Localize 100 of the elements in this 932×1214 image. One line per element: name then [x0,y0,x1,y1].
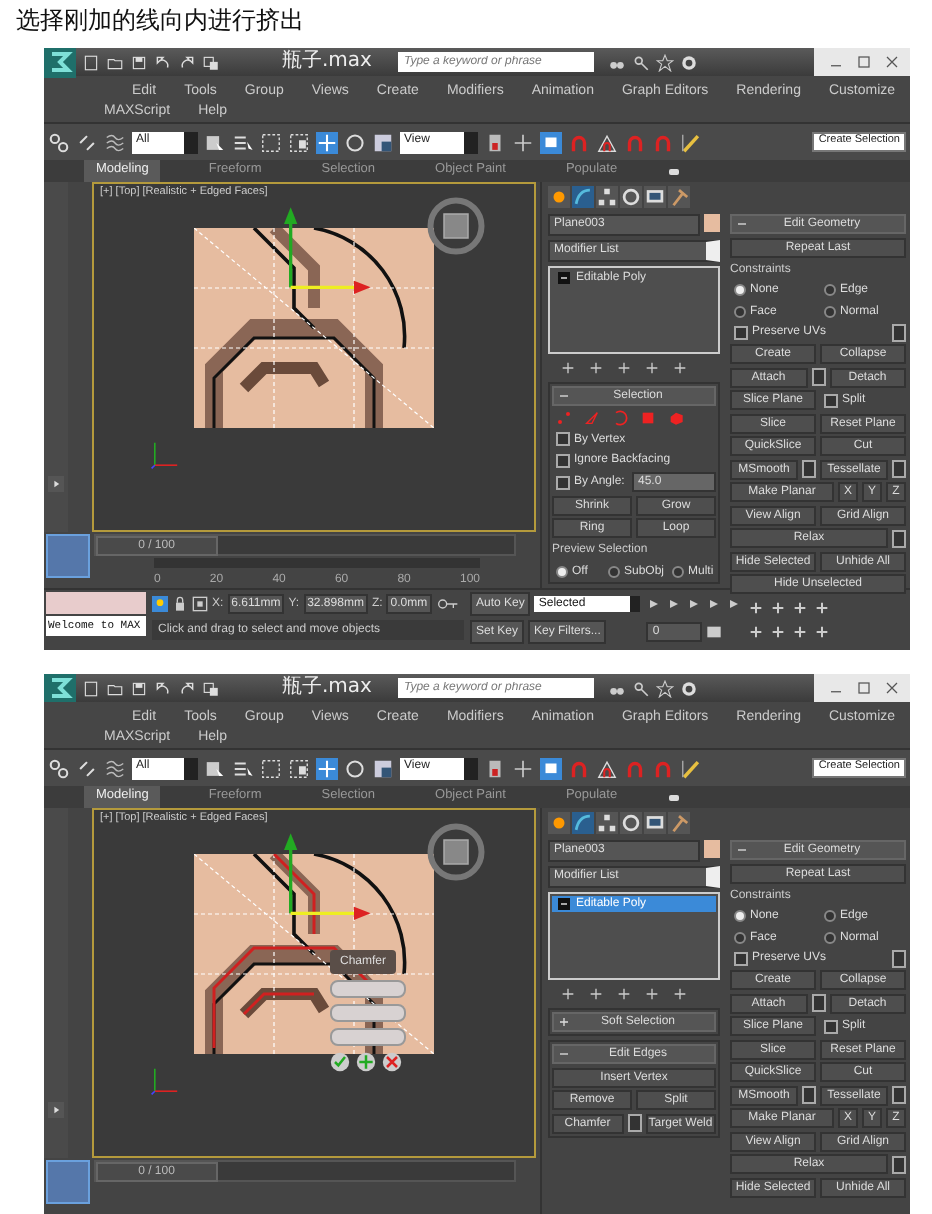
eye-icon[interactable] [665,163,682,179]
expand-icon [560,1018,568,1026]
settings-button[interactable] [892,1086,906,1104]
axis-move-icon[interactable] [512,131,534,153]
hierarchy-icon[interactable] [596,186,618,208]
wave-icon[interactable] [104,757,126,779]
maximize-icon[interactable] [854,678,874,698]
sun-icon[interactable] [548,186,570,208]
settings-button[interactable] [802,1086,816,1104]
object-color-swatch[interactable] [704,214,720,232]
settings-button[interactable] [892,1155,906,1173]
scale-icon[interactable] [372,131,394,153]
motion-icon[interactable] [620,812,642,834]
play-icon[interactable] [48,476,64,492]
curve-icon[interactable] [572,186,594,208]
wave-icon[interactable] [104,131,126,153]
undo-icon[interactable] [154,679,172,697]
axis-move-icon[interactable] [512,757,534,779]
play-icon[interactable] [686,596,703,612]
app-logo-icon[interactable] [44,48,76,78]
unlink-icon[interactable] [76,131,98,153]
close-icon[interactable] [882,678,902,698]
select-icon[interactable] [204,131,226,153]
new-file-icon[interactable] [82,679,100,697]
save-icon[interactable] [130,679,148,697]
project-icon[interactable] [202,679,220,697]
settings-button[interactable] [892,323,906,341]
link-icon[interactable] [48,757,70,779]
maximize-icon[interactable] [854,52,874,72]
project-icon[interactable] [202,53,220,71]
settings-button[interactable] [892,460,906,478]
app-logo-icon[interactable] [44,674,76,704]
angle-icon[interactable] [596,131,618,153]
play-icon[interactable] [48,1102,64,1118]
curve-icon[interactable] [572,812,594,834]
window-icon[interactable] [288,757,310,779]
settings-button[interactable] [811,994,825,1012]
star-icon[interactable] [655,53,674,71]
move-icon[interactable] [316,757,338,779]
save-icon[interactable] [130,53,148,71]
redo-icon[interactable] [178,679,196,697]
collapse-icon [738,220,746,228]
open-folder-icon[interactable] [106,679,124,697]
key-icon[interactable] [631,53,650,71]
time-config-icon[interactable] [706,624,723,640]
snap-icon[interactable] [540,757,562,779]
pivot-icon[interactable] [484,757,506,779]
expander-icon[interactable] [558,898,570,910]
maxscript-listener-field[interactable] [46,592,146,614]
rotate-icon[interactable] [344,131,366,153]
caddy-field[interactable] [330,980,406,998]
display-icon[interactable] [644,186,666,208]
close-icon[interactable] [882,52,902,72]
display-icon[interactable] [644,812,666,834]
pivot-icon[interactable] [484,131,506,153]
redo-icon[interactable] [178,53,196,71]
hammer-icon[interactable] [668,186,690,208]
marquee-icon[interactable] [260,757,282,779]
settings-button[interactable] [811,368,825,386]
scale-icon[interactable] [372,757,394,779]
undo-icon[interactable] [154,53,172,71]
viewcube-icon[interactable] [426,196,486,256]
rotate-icon[interactable] [344,757,366,779]
eye-icon[interactable] [665,789,682,805]
edit-icon[interactable] [680,757,702,779]
sun-icon[interactable] [548,812,570,834]
viewcube-icon[interactable] [426,822,486,882]
edit-icon[interactable] [680,131,702,153]
snap-icon[interactable] [540,131,562,153]
new-file-icon[interactable] [82,53,100,71]
apply-icon[interactable] [356,1052,376,1072]
marquee-icon[interactable] [260,131,282,153]
move-icon[interactable] [316,131,338,153]
star-icon[interactable] [655,679,674,697]
object-color-swatch[interactable] [704,840,720,858]
caddy-field[interactable] [330,1028,406,1046]
settings-button[interactable] [627,1114,641,1132]
unlink-icon[interactable] [76,757,98,779]
axis-tripod-icon [150,1064,182,1096]
absolute-mode-icon[interactable] [192,596,208,612]
settings-button[interactable] [892,529,906,547]
link-icon[interactable] [48,131,70,153]
key-icon[interactable] [631,679,650,697]
angle-icon[interactable] [596,757,618,779]
caddy-field[interactable] [330,1004,406,1022]
list-icon[interactable] [232,131,254,153]
key-icon[interactable] [435,596,460,612]
collapse-icon [560,1050,568,1058]
expander-icon[interactable] [558,272,570,284]
list-icon[interactable] [232,757,254,779]
open-folder-icon[interactable] [106,53,124,71]
hammer-icon[interactable] [668,812,690,834]
ok-icon[interactable] [330,1052,350,1072]
cancel-icon[interactable] [382,1052,402,1072]
hierarchy-icon[interactable] [596,812,618,834]
motion-icon[interactable] [620,186,642,208]
select-icon[interactable] [204,757,226,779]
settings-button[interactable] [892,949,906,967]
settings-button[interactable] [802,460,816,478]
window-icon[interactable] [288,131,310,153]
